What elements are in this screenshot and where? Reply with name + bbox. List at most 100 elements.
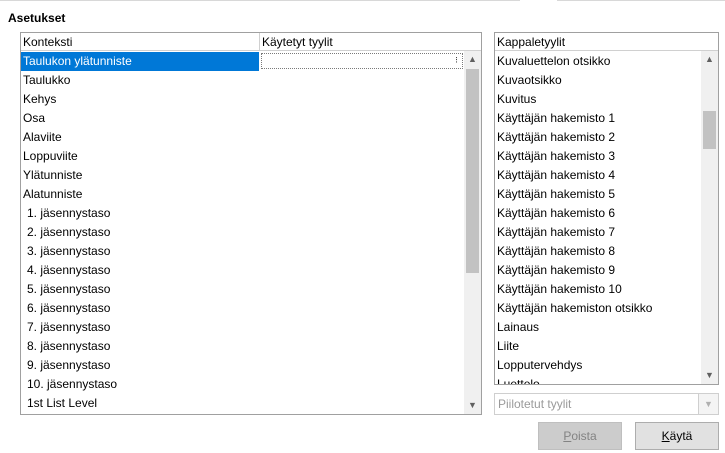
context-cell: 8. jäsennystaso	[27, 339, 111, 353]
paragraph-style-label: Käyttäjän hakemisto 3	[497, 149, 616, 163]
table-row[interactable]: Taulukon ylätunniste ⁝	[21, 52, 464, 71]
apply-button[interactable]: Käytä	[635, 422, 719, 450]
table-row[interactable]: Taulukko	[21, 71, 464, 90]
context-cell: 9. jäsennystaso	[27, 358, 111, 372]
list-item[interactable]: Käyttäjän hakemisto 6	[495, 204, 701, 223]
context-cell: 3. jäsennystaso	[27, 244, 111, 258]
paragraph-styles-list[interactable]: Kappaletyylit Kuvaluettelon otsikko Kuvao…	[494, 32, 719, 385]
paragraph-style-label: Kuvaotsikko	[497, 73, 562, 87]
table-row[interactable]: 10. jäsennystaso	[21, 375, 464, 394]
table-row[interactable]: 2. jäsennystaso	[21, 223, 464, 242]
context-rows: Taulukon ylätunniste ⁝ Taulukko Kehys Osa Ala…	[21, 52, 464, 413]
applied-style-dropdown[interactable]: ⁝	[261, 53, 463, 69]
delete-button-label: oista	[571, 429, 597, 443]
table-row[interactable]: Alatunniste	[21, 185, 464, 204]
apply-button-label: äytä	[669, 429, 693, 443]
context-cell: 5. jäsennystaso	[27, 282, 111, 296]
paragraph-style-label: Käyttäjän hakemisto 9	[497, 263, 616, 277]
paragraph-style-label: Käyttäjän hakemisto 2	[497, 130, 616, 144]
list-item[interactable]: Kuvaluettelon otsikko	[495, 52, 701, 71]
paragraph-style-label: Käyttäjän hakemisto 7	[497, 225, 616, 239]
paragraph-style-label: Kuvitus	[497, 92, 537, 106]
list-item[interactable]: Käyttäjän hakemisto 7	[495, 223, 701, 242]
paragraph-style-label: Liite	[497, 339, 520, 353]
context-cell: 1. jäsennystaso	[27, 206, 111, 220]
top-border-right	[557, 0, 725, 1]
table-row[interactable]: 1. jäsennystaso	[21, 204, 464, 223]
list-item[interactable]: Liite	[495, 337, 701, 356]
context-cell: 1st List Level	[27, 396, 98, 410]
style-filter-value: Piilotetut tyylit	[498, 397, 572, 411]
paragraph-styles-scrollbar[interactable]: ▲ ▼	[701, 51, 718, 384]
context-cell: 6. jäsennystaso	[27, 301, 111, 315]
table-row[interactable]: Kehys	[21, 90, 464, 109]
paragraph-style-label: Kuvaluettelon otsikko	[497, 54, 611, 68]
chevron-down-icon[interactable]: ▼	[698, 394, 718, 414]
paragraph-style-label: Käyttäjän hakemiston otsikko	[497, 301, 653, 315]
list-item[interactable]: Lainaus	[495, 318, 701, 337]
context-cell: 2. jäsennystaso	[27, 225, 111, 239]
list-item[interactable]: Käyttäjän hakemisto 8	[495, 242, 701, 261]
chevron-up-icon[interactable]: ▲	[701, 51, 718, 68]
scroll-thumb[interactable]	[703, 111, 716, 149]
table-row[interactable]: 7. jäsennystaso	[21, 318, 464, 337]
list-item[interactable]: Käyttäjän hakemisto 3	[495, 147, 701, 166]
column-header-paragraph-styles[interactable]: Kappaletyylit	[495, 33, 565, 50]
context-cell: Taulukko	[23, 73, 71, 87]
table-row[interactable]: Loppuviite	[21, 147, 464, 166]
table-row[interactable]: Alaviite	[21, 128, 464, 147]
table-row[interactable]: 4. jäsennystaso	[21, 261, 464, 280]
context-cell: 7. jäsennystaso	[27, 320, 111, 334]
paragraph-style-rows: Kuvaluettelon otsikko Kuvaotsikko Kuvitus K…	[495, 52, 701, 385]
table-row[interactable]: Ylätunniste	[21, 166, 464, 185]
apply-button-mnemonic: K	[661, 429, 670, 443]
list-item[interactable]: Käyttäjän hakemisto 2	[495, 128, 701, 147]
scroll-thumb[interactable]	[466, 69, 479, 273]
table-row[interactable]: 5. jäsennystaso	[21, 280, 464, 299]
table-row[interactable]: 8. jäsennystaso	[21, 337, 464, 356]
paragraph-style-label: Käyttäjän hakemisto 5	[497, 187, 616, 201]
chevron-down-icon[interactable]: ▼	[464, 397, 481, 414]
paragraph-style-label: Käyttäjän hakemisto 1	[497, 111, 616, 125]
list-item[interactable]: Käyttäjän hakemiston otsikko	[495, 299, 701, 318]
top-border-left	[0, 0, 520, 1]
chevron-up-icon[interactable]: ▲	[464, 51, 481, 68]
context-cell: Alaviite	[23, 130, 62, 144]
list-item[interactable]: Käyttäjän hakemisto 10	[495, 280, 701, 299]
context-cell: Ylätunniste	[23, 168, 83, 182]
paragraph-style-label: Käyttäjän hakemisto 4	[497, 168, 616, 182]
list-item[interactable]: Käyttäjän hakemisto 1	[495, 109, 701, 128]
list-item[interactable]: Luettelo	[495, 375, 701, 385]
context-scrollbar[interactable]: ▲ ▼	[464, 51, 481, 414]
list-item[interactable]: Lopputervehdys	[495, 356, 701, 375]
context-cell: 4. jäsennystaso	[27, 263, 111, 277]
chevron-down-icon[interactable]: ▼	[701, 367, 718, 384]
list-item[interactable]: Käyttäjän hakemisto 5	[495, 185, 701, 204]
table-row[interactable]: Osa	[21, 109, 464, 128]
paragraph-style-label: Lainaus	[497, 320, 540, 334]
paragraph-style-label: Luettelo	[497, 377, 540, 385]
list-item[interactable]: Käyttäjän hakemisto 9	[495, 261, 701, 280]
paragraph-style-label: Käyttäjän hakemisto 6	[497, 206, 616, 220]
table-row[interactable]: 6. jäsennystaso	[21, 299, 464, 318]
context-table[interactable]: Konteksti Käytetyt tyylit Taulukon ylätu…	[20, 32, 482, 415]
paragraph-styles-header: Kappaletyylit	[495, 33, 718, 51]
paragraph-style-label: Käyttäjän hakemisto 10	[497, 282, 622, 296]
list-item[interactable]: Käyttäjän hakemisto 4	[495, 166, 701, 185]
column-header-applied-styles[interactable]: Käytetyt tyylit	[260, 33, 333, 50]
column-header-context[interactable]: Konteksti	[21, 33, 259, 50]
context-cell: Alatunniste	[23, 187, 83, 201]
context-cell: Kehys	[23, 92, 57, 106]
paragraph-style-label: Lopputervehdys	[497, 358, 583, 372]
list-item[interactable]: Kuvitus	[495, 90, 701, 109]
context-cell: Loppuviite	[23, 149, 78, 163]
table-row[interactable]: 9. jäsennystaso	[21, 356, 464, 375]
context-table-header: Konteksti Käytetyt tyylit	[21, 33, 481, 51]
context-cell: 10. jäsennystaso	[27, 377, 118, 391]
list-item[interactable]: Kuvaotsikko	[495, 71, 701, 90]
table-row[interactable]: 3. jäsennystaso	[21, 242, 464, 261]
context-cell: Taulukon ylätunniste	[23, 54, 132, 68]
table-row[interactable]: 1st List Level	[21, 394, 464, 413]
style-filter-combobox[interactable]: Piilotetut tyylit ▼	[494, 393, 719, 415]
delete-button[interactable]: Poista	[538, 422, 622, 450]
